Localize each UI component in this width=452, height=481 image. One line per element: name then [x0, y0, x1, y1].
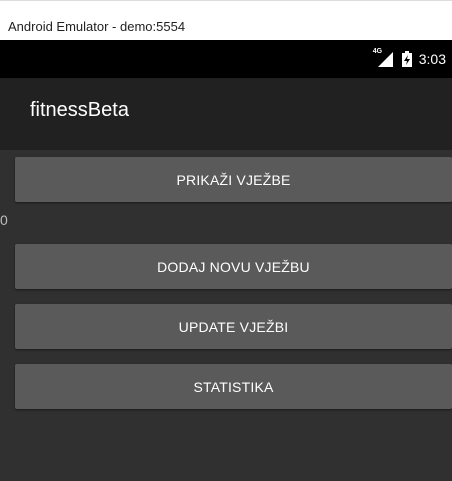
statistics-label: STATISTIKA	[193, 378, 274, 395]
emulator-window-title: Android Emulator - demo:5554	[0, 0, 452, 40]
statistics-button[interactable]: STATISTIKA	[15, 364, 452, 409]
battery-icon	[401, 51, 412, 67]
window-title-text: Android Emulator - demo:5554	[8, 19, 186, 34]
action-bar: fitnessBeta	[0, 78, 452, 150]
exercise-count-text: 0	[0, 212, 8, 228]
update-exercises-button[interactable]: UPDATE VJEŽBI	[15, 304, 452, 349]
app-title: fitnessBeta	[30, 99, 129, 121]
status-bar: 4G 3:03	[0, 40, 452, 78]
add-exercise-button[interactable]: DODAJ NOVU VJEŽBU	[15, 244, 452, 289]
show-exercises-button[interactable]: PRIKAŽI VJEŽBE	[15, 157, 452, 202]
status-icons: 4G 3:03	[373, 40, 446, 78]
device-screen: 4G 3:03 fitnessBeta PRIKAŽI VJEŽBE 0 DOD…	[0, 40, 452, 481]
signal-icon: 4G	[373, 48, 395, 67]
show-exercises-label: PRIKAŽI VJEŽBE	[176, 171, 291, 188]
add-exercise-label: DODAJ NOVU VJEŽBU	[157, 258, 310, 275]
update-exercises-label: UPDATE VJEŽBI	[178, 318, 289, 335]
status-clock: 3:03	[418, 51, 446, 67]
